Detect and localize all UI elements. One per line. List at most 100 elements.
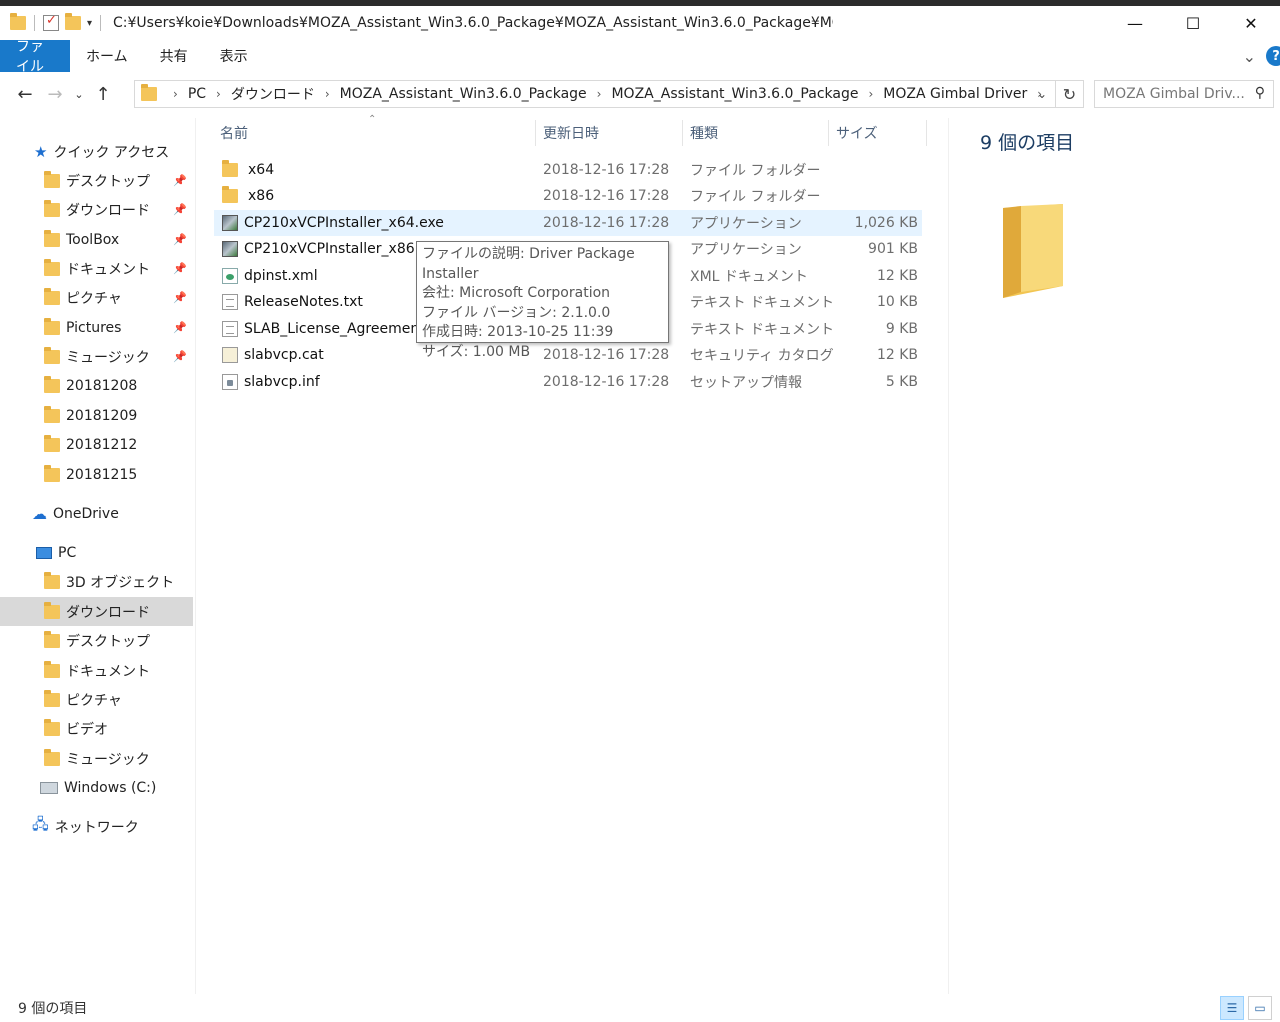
back-button[interactable]: ← — [10, 79, 40, 109]
close-button[interactable]: ✕ — [1222, 6, 1280, 40]
file-name: SLAB_License_Agreement_ — [244, 321, 432, 337]
tab-file[interactable]: ファイル — [0, 39, 70, 75]
column-header-size[interactable]: サイズ — [836, 118, 926, 148]
tooltip-company: 会社: Microsoft Corporation — [422, 285, 611, 302]
large-icons-view-button[interactable]: ▭ — [1248, 996, 1272, 1020]
nav-pc-music[interactable]: ミュージック — [0, 744, 193, 773]
nav-label: Pictures — [66, 319, 122, 336]
nav-quick-access[interactable]: ★ クイック アクセス — [0, 137, 193, 166]
downloads-folder-icon — [44, 199, 60, 217]
nav-pc-3d-objects[interactable]: 3D オブジェクト — [0, 567, 193, 596]
nav-pc-documents[interactable]: ドキュメント — [0, 656, 193, 685]
forward-button[interactable]: → — [40, 79, 70, 109]
nav-pc-desktop[interactable]: デスクトップ — [0, 626, 193, 655]
nav-item-20181209[interactable]: 20181209 — [0, 401, 193, 430]
nav-item-20181208[interactable]: 20181208 — [0, 371, 193, 400]
breadcrumb-package[interactable]: MOZA_Assistant_Win3.6.0_Package — [340, 86, 587, 102]
customize-toolbar-icon[interactable]: ▾ — [87, 18, 92, 29]
chevron-down-icon: ⌄ — [1036, 87, 1048, 101]
breadcrumb-package-inner[interactable]: MOZA_Assistant_Win3.6.0_Package — [611, 86, 858, 102]
column-divider[interactable] — [828, 120, 829, 146]
pin-icon[interactable]: 📌 — [173, 350, 187, 363]
pin-icon[interactable]: 📌 — [173, 321, 187, 334]
file-type: セットアップ情報 — [690, 375, 802, 391]
refresh-button[interactable]: ↻ — [1055, 81, 1083, 107]
file-type: テキスト ドキュメント — [690, 295, 835, 311]
nav-label: 20181215 — [66, 466, 138, 483]
file-row[interactable]: slabvcp.inf 2018-12-16 17:28 セットアップ情報 5 … — [214, 369, 922, 395]
pin-icon[interactable]: 📌 — [173, 262, 187, 275]
chevron-right-icon[interactable]: › — [173, 87, 178, 101]
chevron-right-icon[interactable]: › — [868, 87, 873, 101]
file-row[interactable]: x64 2018-12-16 17:28 ファイル フォルダー — [214, 157, 922, 183]
nav-pc-downloads[interactable]: ダウンロード — [0, 597, 193, 626]
nav-pc[interactable]: PC — [0, 538, 193, 567]
file-name-cell: x64 — [222, 160, 275, 178]
column-divider[interactable] — [682, 120, 683, 146]
chevron-right-icon[interactable]: › — [216, 87, 221, 101]
column-header-name[interactable]: 名前 — [220, 118, 535, 148]
minimize-button[interactable]: — — [1106, 6, 1164, 40]
new-folder-icon[interactable] — [65, 13, 81, 30]
pin-icon[interactable]: 📌 — [173, 174, 187, 187]
file-name-cell: dpinst.xml — [222, 268, 318, 284]
chevron-right-icon[interactable]: › — [325, 87, 330, 101]
nav-item-toolbox[interactable]: ToolBox 📌 — [0, 225, 193, 254]
nav-item-downloads[interactable]: ダウンロード 📌 — [0, 195, 193, 224]
documents-folder-icon — [44, 660, 60, 678]
pin-icon[interactable]: 📌 — [173, 203, 187, 216]
file-row[interactable]: CP210xVCPInstaller_x64.exe 2018-12-16 17… — [214, 210, 922, 236]
pin-icon[interactable]: 📌 — [173, 233, 187, 246]
quick-access-toolbar: ✓ ▾ — [0, 13, 103, 31]
properties-icon[interactable]: ✓ — [43, 13, 59, 31]
text-file-icon — [222, 294, 238, 310]
file-name-cell: ReleaseNotes.txt — [222, 294, 363, 310]
recent-locations-button[interactable]: ⌄ — [70, 79, 88, 109]
tab-home[interactable]: ホーム — [70, 40, 144, 72]
nav-item-20181215[interactable]: 20181215 — [0, 460, 193, 489]
pin-icon[interactable]: 📌 — [173, 291, 187, 304]
search-input[interactable]: MOZA Gimbal Driv... ⚲ — [1094, 80, 1274, 108]
nav-label: ダウンロード — [66, 202, 150, 219]
column-header-type[interactable]: 種類 — [690, 118, 830, 148]
nav-item-music[interactable]: ミュージック 📌 — [0, 342, 193, 371]
folder-icon — [44, 375, 60, 393]
nav-label: OneDrive — [53, 505, 119, 522]
nav-label: ダウンロード — [66, 604, 150, 621]
nav-pc-videos[interactable]: ビデオ — [0, 714, 193, 743]
nav-network[interactable]: 🖧 ネットワーク — [0, 812, 193, 841]
expand-ribbon-icon[interactable]: ⌄ — [1243, 47, 1256, 66]
nav-pc-pictures[interactable]: ピクチャ — [0, 685, 193, 714]
details-view-button[interactable]: ☰ — [1220, 996, 1244, 1020]
breadcrumb-downloads[interactable]: ダウンロード — [231, 84, 315, 104]
file-row[interactable]: x86 2018-12-16 17:28 ファイル フォルダー — [214, 183, 922, 209]
nav-item-desktop[interactable]: デスクトップ 📌 — [0, 166, 193, 195]
tab-view[interactable]: 表示 — [204, 40, 264, 72]
tab-share[interactable]: 共有 — [144, 40, 204, 72]
maximize-button[interactable]: ☐ — [1164, 6, 1222, 40]
nav-item-20181212[interactable]: 20181212 — [0, 430, 193, 459]
downloads-folder-icon — [44, 601, 60, 619]
up-button[interactable]: ↑ — [88, 79, 118, 109]
exe-icon — [222, 241, 238, 257]
nav-pc-windows-c[interactable]: Windows (C:) — [0, 773, 193, 802]
column-header-date[interactable]: 更新日時 — [543, 118, 683, 148]
nav-onedrive[interactable]: ☁ OneDrive — [0, 499, 193, 528]
file-name-cell: CP210xVCPInstaller_x86.exe — [222, 241, 444, 257]
help-icon[interactable]: ? — [1266, 46, 1280, 66]
column-divider[interactable] — [535, 120, 536, 146]
file-name-cell: slabvcp.inf — [222, 374, 320, 390]
nav-item-pictures[interactable]: Pictures 📌 — [0, 313, 193, 342]
chevron-right-icon[interactable]: › — [597, 87, 602, 101]
column-divider[interactable] — [926, 120, 927, 146]
search-icon[interactable]: ⚲ — [1255, 85, 1265, 101]
file-name-cell: slabvcp.cat — [222, 347, 324, 363]
breadcrumb-current[interactable]: MOZA Gimbal Driver — [883, 86, 1027, 102]
nav-item-pictures-jp[interactable]: ピクチャ 📌 — [0, 283, 193, 312]
file-name: x64 — [248, 162, 275, 178]
address-dropdown-button[interactable]: ⌄ — [1031, 81, 1053, 107]
nav-item-documents[interactable]: ドキュメント 📌 — [0, 254, 193, 283]
cloud-icon: ☁ — [32, 504, 47, 523]
breadcrumb-pc[interactable]: PC — [188, 86, 206, 102]
address-bar[interactable]: › PC › ダウンロード › MOZA_Assistant_Win3.6.0_… — [134, 80, 1084, 108]
